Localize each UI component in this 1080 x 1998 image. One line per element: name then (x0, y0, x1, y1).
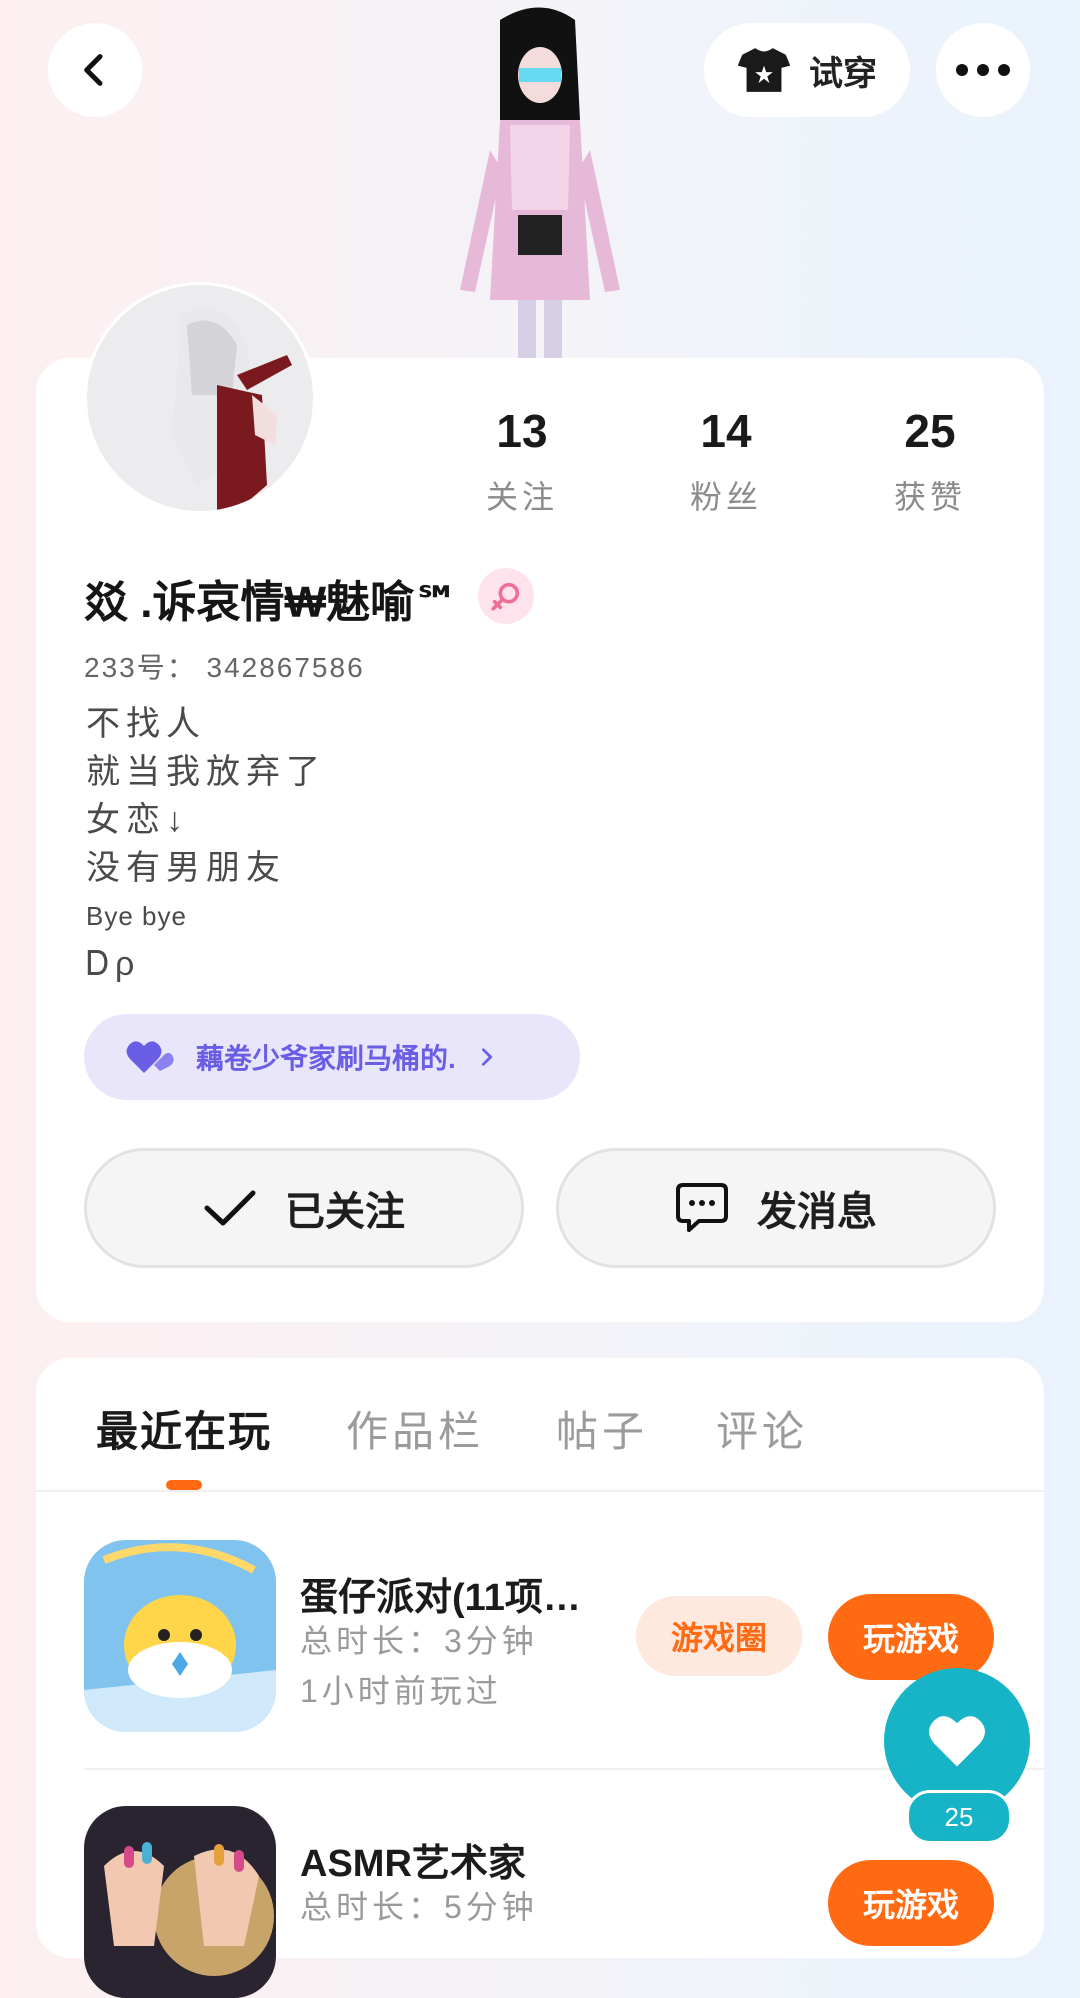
game-duration: 总时长：3分钟 (300, 1623, 538, 1659)
follow-button[interactable]: 已关注 (84, 1148, 524, 1268)
guild-badge[interactable]: 藕卷少爷家刷马桶的. (84, 1014, 580, 1100)
user-name: 㸚 .诉哀情₩魅喻℠ (84, 578, 459, 627)
heart-icon (929, 1716, 985, 1767)
like-count: 25 (906, 1790, 1012, 1844)
tab-recent[interactable]: 最近在玩 (96, 1398, 272, 1459)
bio-line: 不找人 (86, 705, 206, 743)
game-title[interactable]: 蛋仔派对(11项… (300, 1566, 581, 1621)
tshirt-icon (737, 48, 791, 92)
stat-following[interactable]: 13 关注 (452, 408, 592, 518)
user-id: 233号： 342867586 (84, 652, 365, 683)
female-icon (478, 568, 534, 624)
back-button[interactable] (48, 23, 142, 117)
tab-works[interactable]: 作品栏 (346, 1398, 484, 1459)
likes-label: 获赞 (893, 479, 966, 515)
message-label: 发消息 (757, 1190, 877, 1234)
game-title[interactable]: ASMR艺术家 (300, 1832, 526, 1887)
play-game-button[interactable]: 玩游戏 (828, 1594, 994, 1680)
chat-bubble-icon (676, 1183, 728, 1232)
tab-posts[interactable]: 帖子 (556, 1398, 648, 1459)
chevron-right-icon (481, 1048, 492, 1066)
check-icon (204, 1190, 256, 1226)
bio-line: 女恋↓ (86, 801, 189, 839)
likes-count: 25 (904, 405, 956, 457)
avatar[interactable] (84, 282, 316, 514)
play-game-button[interactable]: 玩游戏 (828, 1860, 994, 1946)
game-icon-eggy-party[interactable] (84, 1540, 276, 1732)
fans-count: 14 (700, 405, 752, 457)
bio-line: 没有男朋友 (86, 849, 286, 887)
tab-indicator (166, 1480, 202, 1490)
double-heart-icon (126, 1041, 174, 1073)
chevron-left-icon (84, 54, 103, 86)
bio-line: Ꭰρ (86, 945, 141, 983)
stat-fans[interactable]: 14 粉丝 (656, 408, 796, 518)
character-3d-model (440, 0, 640, 358)
bio-line: 就当我放弃了 (86, 753, 326, 791)
more-button[interactable] (936, 23, 1030, 117)
tab-comments[interactable]: 评论 (716, 1398, 808, 1459)
game-meta: 总时长：3分钟 1小时前玩过 (300, 1616, 538, 1716)
try-on-button[interactable]: 试穿 (704, 23, 910, 117)
game-duration: 总时长：5分钟 (300, 1889, 538, 1925)
try-on-label: 试穿 (809, 54, 877, 93)
more-horizontal-icon (956, 64, 1010, 76)
bio: 不找人 就当我放弃了 女恋↓ 没有男朋友 Bye bye Ꭰρ (86, 700, 326, 988)
game-icon-asmr-artist[interactable] (84, 1806, 276, 1998)
follow-label: 已关注 (285, 1190, 405, 1234)
following-label: 关注 (485, 479, 558, 515)
game-last-played: 1小时前玩过 (300, 1673, 502, 1709)
stat-likes[interactable]: 25 获赞 (860, 408, 1000, 518)
following-count: 13 (496, 405, 548, 457)
game-circle-button[interactable]: 游戏圈 (636, 1596, 802, 1676)
guild-label: 藕卷少爷家刷马桶的. (196, 1043, 456, 1074)
message-button[interactable]: 发消息 (556, 1148, 996, 1268)
bio-line: Bye bye (86, 901, 187, 931)
tabs-divider (36, 1490, 1044, 1492)
game-meta: 总时长：5分钟 (300, 1882, 538, 1932)
fans-label: 粉丝 (689, 479, 762, 515)
